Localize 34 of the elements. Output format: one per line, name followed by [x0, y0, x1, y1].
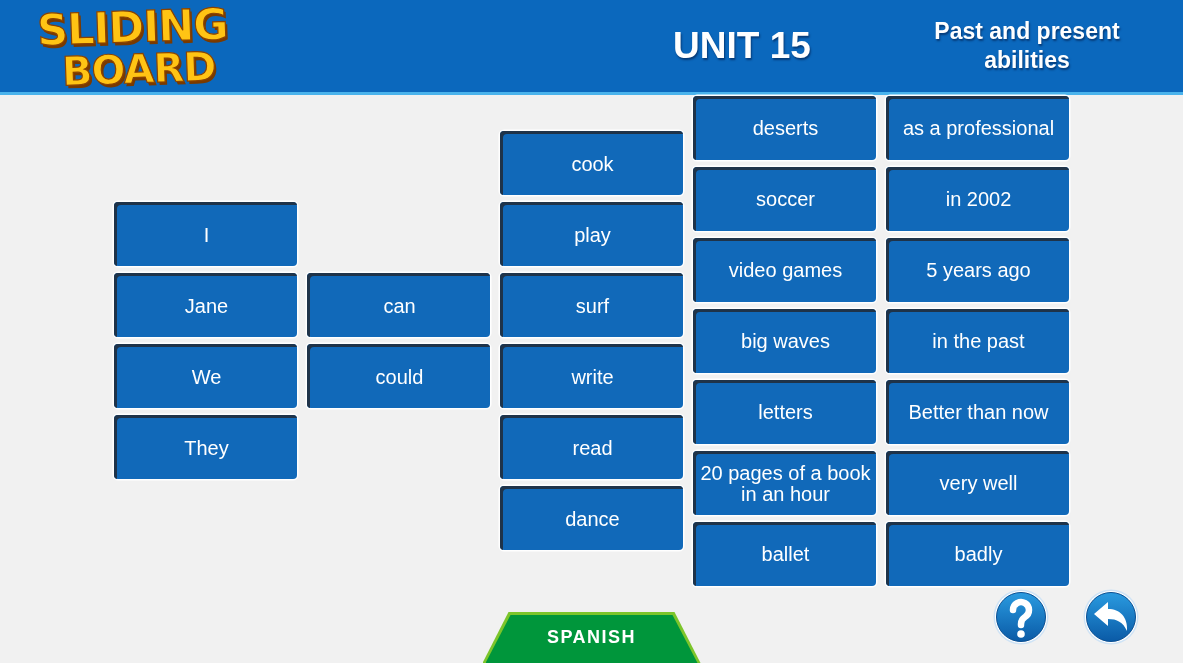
- word-tile[interactable]: read: [500, 415, 683, 479]
- unit-title: UNIT 15: [672, 25, 812, 67]
- word-tile[interactable]: Better than now: [886, 379, 1069, 444]
- word-tile[interactable]: play: [500, 202, 683, 266]
- word-tile[interactable]: very well: [886, 450, 1069, 515]
- word-tile[interactable]: dance: [500, 486, 683, 550]
- word-tile[interactable]: as a professional: [886, 95, 1069, 160]
- topic-title: Past and present abilities: [933, 17, 1121, 75]
- word-tile[interactable]: I: [114, 202, 297, 266]
- word-tile[interactable]: big waves: [693, 308, 876, 373]
- word-tile[interactable]: write: [500, 344, 683, 408]
- word-tile[interactable]: They: [114, 415, 297, 479]
- language-tab[interactable]: SPANISH: [482, 612, 701, 663]
- word-tile[interactable]: 5 years ago: [886, 237, 1069, 302]
- word-tile[interactable]: video games: [693, 237, 876, 302]
- word-tile[interactable]: deserts: [693, 95, 876, 160]
- word-tile[interactable]: badly: [886, 521, 1069, 586]
- back-button[interactable]: [1082, 589, 1139, 645]
- back-arrow-icon: [1082, 589, 1139, 645]
- word-tile[interactable]: We: [114, 344, 297, 408]
- word-tile[interactable]: soccer: [693, 166, 876, 231]
- logo-word: BOARD: [61, 46, 217, 92]
- word-tile[interactable]: cook: [500, 131, 683, 195]
- help-icon: [992, 589, 1049, 645]
- word-tile[interactable]: 20 pages of a book in an hour: [693, 450, 876, 515]
- word-tile[interactable]: in 2002: [886, 166, 1069, 231]
- word-tile[interactable]: Jane: [114, 273, 297, 337]
- word-tile[interactable]: in the past: [886, 308, 1069, 373]
- word-tile[interactable]: can: [307, 273, 490, 337]
- word-tile[interactable]: could: [307, 344, 490, 408]
- help-button[interactable]: [992, 589, 1049, 645]
- word-tile[interactable]: letters: [693, 379, 876, 444]
- word-tile[interactable]: surf: [500, 273, 683, 337]
- word-tile[interactable]: ballet: [693, 521, 876, 586]
